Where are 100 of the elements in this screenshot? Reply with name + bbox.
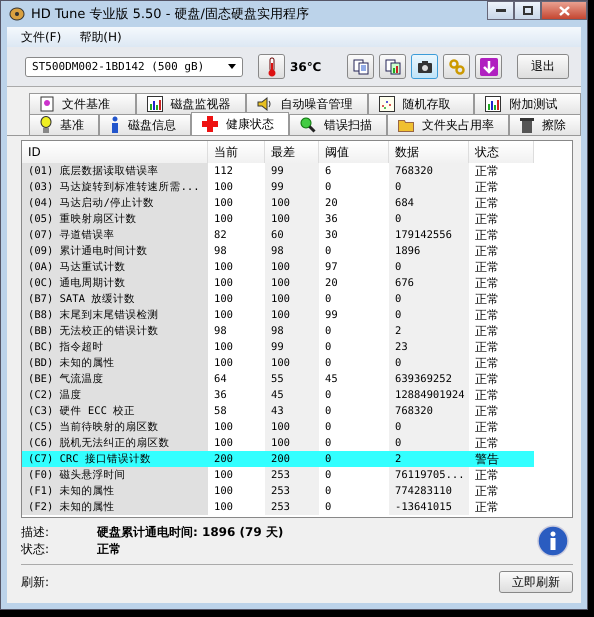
- cross-icon: [202, 116, 218, 132]
- description-text: 硬盘累计通电时间: 1896 (79 天): [97, 524, 284, 541]
- table-cell-text: 正常: [474, 387, 500, 403]
- minimize-button[interactable]: [487, 1, 514, 20]
- tab[interactable]: 错误扫描: [289, 114, 387, 135]
- table-cell-text: 100: [213, 420, 234, 435]
- chain-icon[interactable]: [443, 54, 470, 80]
- table-cell-text: 98: [213, 324, 228, 339]
- table-cell-text: 0: [324, 244, 332, 259]
- tab[interactable]: 自动噪音管理: [246, 93, 368, 114]
- table-row[interactable]: (F2) 未知的属性 100 253 0 -13641015 正常: [22, 499, 572, 515]
- table-row[interactable]: (B8) 末尾到末尾错误检测 100 100 99 0 正常: [22, 307, 572, 323]
- table-cell: (F1) 未知的属性: [22, 483, 208, 499]
- table-cell: (C2) 温度: [22, 387, 208, 403]
- info-icon[interactable]: [537, 525, 569, 557]
- table-cell: 55: [265, 371, 319, 387]
- column-header[interactable]: 数据: [389, 141, 469, 163]
- table-row[interactable]: (BE) 气流温度 64 55 45 639369252 正常: [22, 371, 572, 387]
- table-cell-text: 正常: [474, 355, 500, 371]
- refresh-now-button[interactable]: 立即刷新: [499, 571, 573, 593]
- table-cell: 0: [389, 291, 469, 307]
- maximize-button[interactable]: [514, 1, 541, 20]
- table-cell-text: 100: [213, 260, 234, 275]
- table-cell: 768320: [389, 163, 469, 179]
- table-cell-text: 20: [324, 196, 339, 211]
- copy-icon[interactable]: [347, 54, 374, 80]
- table-cell-text: 0: [324, 340, 332, 355]
- camera-icon[interactable]: [411, 54, 438, 80]
- table-cell: 76119705...: [389, 467, 469, 483]
- table-cell-text: 100: [213, 180, 234, 195]
- close-button[interactable]: [541, 1, 587, 20]
- table-row[interactable]: (BB) 无法校正的错误计数 98 98 0 2 正常: [22, 323, 572, 339]
- column-header[interactable]: ID: [22, 141, 208, 163]
- table-cell-text: 正常: [474, 291, 500, 307]
- tab[interactable]: 基准: [29, 114, 99, 135]
- tab[interactable]: 文件夹占用率: [387, 114, 509, 135]
- tab[interactable]: 文件基准: [29, 93, 136, 114]
- table-row[interactable]: (B7) SATA 放缓计数 100 100 0 0 正常: [22, 291, 572, 307]
- table-cell: 774283110: [389, 483, 469, 499]
- window-title: HD Tune 专业版 5.50 - 硬盘/固态硬盘实用程序: [31, 6, 309, 23]
- table-cell: (01) 底层数据读取错误率: [22, 163, 208, 179]
- table-row[interactable]: (01) 底层数据读取错误率 112 99 6 768320 正常: [22, 163, 572, 179]
- minimize-icon: [496, 8, 506, 12]
- table-row[interactable]: (F1) 未知的属性 100 253 0 774283110 正常: [22, 483, 572, 499]
- table-row[interactable]: (C2) 温度 36 45 0 12884901924 正常: [22, 387, 572, 403]
- table-row[interactable]: (09) 累计通电时间计数 98 98 0 1896 正常: [22, 243, 572, 259]
- table-cell: (07) 寻道错误率: [22, 227, 208, 243]
- column-header[interactable]: 状态: [469, 141, 534, 163]
- table-row[interactable]: (0A) 马达重试计数 100 100 97 0 正常: [22, 259, 572, 275]
- table-cell: (C6) 脱机无法纠正的扇区数: [22, 435, 208, 451]
- table-cell: 99: [265, 179, 319, 195]
- table-row[interactable]: (07) 寻道错误率 82 60 30 179142556 正常: [22, 227, 572, 243]
- table-cell: 98: [265, 243, 319, 259]
- thermometer-button[interactable]: [258, 54, 285, 80]
- exit-button[interactable]: 退出: [517, 54, 569, 80]
- table-cell-text: 0: [324, 356, 332, 371]
- tab[interactable]: 擦除: [509, 114, 581, 135]
- menu-item[interactable]: 帮助(H): [79, 28, 122, 46]
- table-cell: 0: [389, 419, 469, 435]
- table-row[interactable]: (C5) 当前待映射的扇区数 100 100 0 0 正常: [22, 419, 572, 435]
- table-cell: (C5) 当前待映射的扇区数: [22, 419, 208, 435]
- table-cell: 0: [389, 307, 469, 323]
- table-cell-text: 0: [324, 484, 332, 499]
- column-header[interactable]: 最差: [265, 141, 319, 163]
- column-header[interactable]: 阈值: [319, 141, 389, 163]
- tab[interactable]: 附加测试: [474, 93, 582, 114]
- description-label: 描述:: [21, 524, 50, 541]
- table-cell-text: 100: [213, 308, 234, 323]
- table-cell-text: 100: [213, 484, 234, 499]
- download-icon[interactable]: [475, 54, 502, 80]
- table-row[interactable]: (04) 马达启动/停止计数 100 100 20 684 正常: [22, 195, 572, 211]
- table-row[interactable]: (F0) 磁头悬浮时间 100 253 0 76119705... 正常: [22, 467, 572, 483]
- table-cell-text: 100: [213, 356, 234, 371]
- table-cell-text: 0: [324, 388, 332, 403]
- menu-item[interactable]: 文件(F): [21, 28, 62, 46]
- column-header[interactable]: 当前: [208, 141, 265, 163]
- table-row[interactable]: (BC) 指令超时 100 99 0 23 正常: [22, 339, 572, 355]
- table-cell: 23: [389, 339, 469, 355]
- table-cell-text: 100: [213, 212, 234, 227]
- tab[interactable]: 磁盘监视器: [136, 93, 246, 114]
- speaker-icon: [256, 96, 273, 112]
- table-cell: -13641015: [389, 499, 469, 515]
- table-row[interactable]: (BD) 未知的属性 100 100 0 0 正常: [22, 355, 572, 371]
- scatter-icon: [378, 96, 395, 112]
- table-cell: 100: [265, 259, 319, 275]
- table-row[interactable]: (C6) 脱机无法纠正的扇区数 100 100 0 0 正常: [22, 435, 572, 451]
- table-row[interactable]: (C3) 硬件 ECC 校正 58 43 0 768320 正常: [22, 403, 572, 419]
- table-cell: 99: [265, 163, 319, 179]
- copy-chart-icon[interactable]: [379, 54, 406, 80]
- table-row[interactable]: (0C) 通电周期计数 100 100 20 676 正常: [22, 275, 572, 291]
- tab[interactable]: 健康状态: [191, 112, 289, 135]
- tab[interactable]: 随机存取: [368, 93, 474, 114]
- table-row[interactable]: (05) 重映射扇区计数 100 100 36 0 正常: [22, 211, 572, 227]
- table-cell-text: 正常: [474, 227, 500, 243]
- thermometer-icon: [266, 56, 276, 77]
- drive-dropdown[interactable]: ST500DM002-1BD142 (500 gB): [25, 56, 243, 77]
- table-row[interactable]: (03) 马达旋转到标准转速所需... 100 99 0 0 正常: [22, 179, 572, 195]
- table-cell: (BC) 指令超时: [22, 339, 208, 355]
- table-cell: 98: [265, 323, 319, 339]
- tab[interactable]: 磁盘信息: [99, 114, 191, 135]
